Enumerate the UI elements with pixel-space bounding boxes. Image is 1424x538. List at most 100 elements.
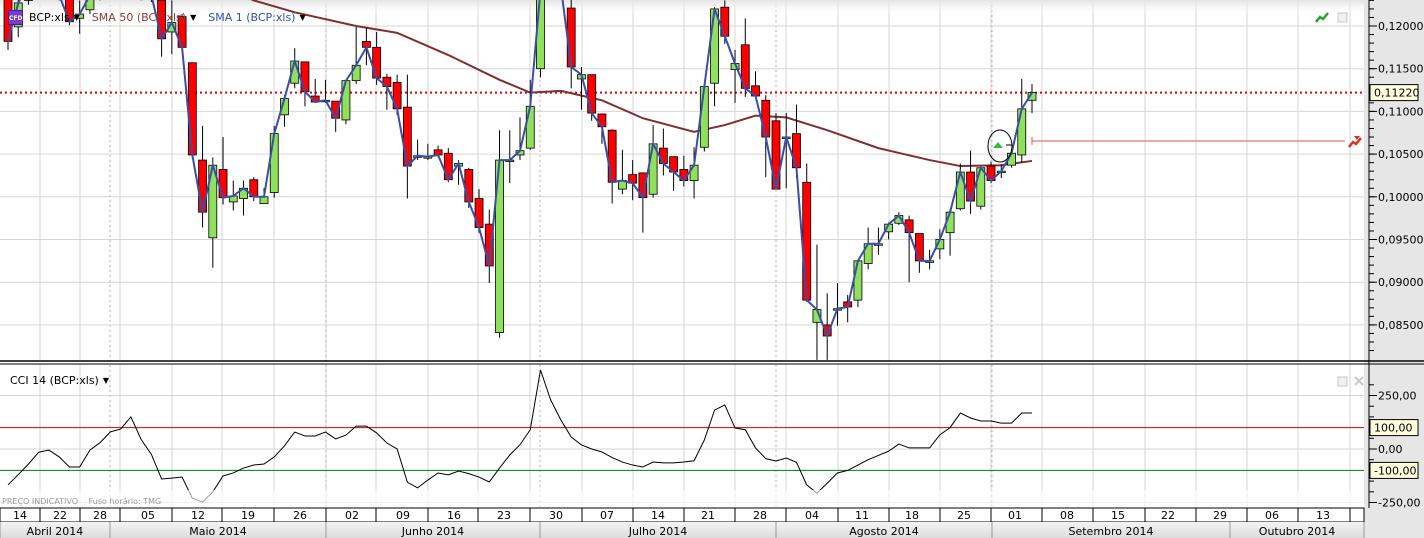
candle[interactable] bbox=[966, 150, 975, 214]
price-tick-label: 0,10000 bbox=[1378, 191, 1424, 204]
week-label: 28 bbox=[93, 509, 107, 522]
month-label: Abril 2014 bbox=[27, 525, 84, 538]
footer-fade bbox=[0, 490, 1364, 508]
week-label: 18 bbox=[905, 509, 919, 522]
candle[interactable] bbox=[710, 7, 719, 107]
candle-body-down bbox=[720, 6, 730, 37]
candle-body-down bbox=[792, 133, 801, 169]
alert-trend-icon[interactable] bbox=[1348, 137, 1362, 148]
cci-tick-label: -250,00 bbox=[1378, 497, 1420, 510]
candle-body-up bbox=[699, 86, 709, 148]
candle[interactable] bbox=[740, 18, 750, 97]
cci-label[interactable]: CCI 14 (BCP:xls) bbox=[10, 374, 99, 387]
week-label: 08 bbox=[1060, 509, 1074, 522]
candle-body-up bbox=[259, 196, 269, 205]
candle[interactable] bbox=[618, 149, 627, 195]
month-label: Junho 2014 bbox=[401, 525, 464, 538]
candle[interactable] bbox=[751, 71, 760, 97]
price-tick-label: 0,11000 bbox=[1378, 105, 1424, 118]
week-label: 02 bbox=[345, 509, 359, 522]
candle[interactable] bbox=[187, 62, 197, 156]
axis-panel-bg bbox=[1364, 0, 1424, 538]
cci-line bbox=[7, 369, 1032, 503]
candle-body-down bbox=[187, 62, 197, 156]
cci-dropdown-icon[interactable]: ▼ bbox=[103, 376, 109, 385]
price-chart[interactable]: 0,12000 0,11500 0,11000 0,10500 0,10000 0,095… bbox=[0, 0, 1424, 538]
candle-body-down bbox=[966, 171, 975, 202]
symbol-label[interactable]: BCP:xls bbox=[29, 11, 70, 24]
week-label: 25 bbox=[957, 509, 971, 522]
week-label: 07 bbox=[600, 509, 614, 522]
chart-legend: CFD BCP:xls ▼ SMA 50 (BCP:xls) ▼ SMA 1 (… bbox=[8, 9, 306, 25]
candle-body-up bbox=[648, 143, 658, 195]
candle-body-down bbox=[402, 106, 412, 167]
price-tick-label: 0,10500 bbox=[1378, 148, 1424, 161]
price-tick-label: 0,11500 bbox=[1378, 63, 1424, 76]
week-label: 29 bbox=[1213, 509, 1227, 522]
candle-body-down bbox=[218, 169, 228, 199]
week-label: 01 bbox=[1008, 509, 1022, 522]
candle-body-down bbox=[914, 233, 924, 262]
week-label: 21 bbox=[701, 509, 715, 522]
candle-body-up bbox=[536, 0, 545, 70]
week-label: 16 bbox=[447, 509, 461, 522]
week-label: 26 bbox=[293, 509, 307, 522]
candle[interactable] bbox=[658, 128, 668, 176]
week-label: 22 bbox=[1161, 509, 1175, 522]
indicative-price-note: PREÇO INDICATIVO bbox=[2, 497, 79, 506]
candle[interactable] bbox=[239, 180, 248, 216]
minimize-cci-pane-icon[interactable] bbox=[1337, 376, 1348, 387]
price-pane bbox=[0, 0, 1364, 360]
week-label: 12 bbox=[191, 509, 205, 522]
symbol-dropdown-icon[interactable]: ▼ bbox=[74, 13, 80, 22]
minimize-price-pane-icon[interactable] bbox=[1337, 12, 1348, 23]
candle-body-down bbox=[372, 46, 382, 79]
cci-lower-label: -100,00 bbox=[1374, 464, 1416, 477]
sma1-label[interactable]: SMA 1 (BCP:xls) bbox=[208, 11, 295, 24]
last-price-label: 0,11220 bbox=[1374, 87, 1420, 100]
candle[interactable] bbox=[853, 260, 863, 307]
cfd-badge: CFD bbox=[8, 9, 23, 25]
candle-body-down bbox=[300, 61, 310, 93]
candle-body-down bbox=[607, 129, 617, 183]
candle-body-up bbox=[853, 260, 863, 301]
candle[interactable] bbox=[351, 26, 361, 85]
sma50-dropdown-icon[interactable]: ▼ bbox=[190, 13, 196, 22]
price-tick-label: 0,12000 bbox=[1378, 20, 1424, 33]
week-label: 09 bbox=[396, 509, 410, 522]
buy-signal-triangle-icon[interactable] bbox=[993, 142, 1003, 148]
candle[interactable] bbox=[812, 244, 822, 360]
candle-body-up bbox=[351, 64, 361, 82]
price-tick-label: 0,09000 bbox=[1378, 276, 1424, 289]
candle-body-down bbox=[198, 159, 207, 213]
candle[interactable] bbox=[874, 227, 883, 255]
candle[interactable] bbox=[833, 283, 842, 326]
sma1-dropdown-icon[interactable]: ▼ bbox=[299, 13, 305, 22]
candle[interactable] bbox=[699, 86, 709, 152]
week-label: 06 bbox=[1265, 509, 1279, 522]
candle-body-down bbox=[587, 74, 597, 114]
candle-body-down bbox=[658, 147, 668, 164]
month-label: Setembro 2014 bbox=[1068, 525, 1153, 538]
candle-body-up bbox=[269, 133, 279, 193]
candle[interactable] bbox=[628, 160, 638, 201]
candle[interactable] bbox=[904, 215, 914, 283]
week-label: 13 bbox=[1316, 509, 1330, 522]
week-label: 14 bbox=[651, 509, 665, 522]
close-cci-pane-icon[interactable] bbox=[1354, 376, 1364, 386]
candle[interactable] bbox=[679, 155, 689, 187]
month-label: Maio 2014 bbox=[189, 525, 247, 538]
week-label: 30 bbox=[549, 509, 563, 522]
candle-body-down bbox=[802, 181, 812, 301]
cci-legend: CCI 14 (BCP:xls) ▼ bbox=[10, 374, 109, 387]
price-tick-label: 0,09500 bbox=[1378, 234, 1424, 247]
candle[interactable] bbox=[802, 163, 812, 302]
sma50-label[interactable]: SMA 50 (BCP:xls) bbox=[92, 11, 186, 24]
month-label: Agosto 2014 bbox=[849, 525, 919, 538]
candle[interactable] bbox=[843, 295, 853, 323]
candle-body-up bbox=[341, 80, 351, 121]
cci-tick-label: 250,00 bbox=[1378, 390, 1417, 403]
week-label: 22 bbox=[53, 509, 67, 522]
week-label: 04 bbox=[805, 509, 819, 522]
candle[interactable] bbox=[689, 147, 699, 199]
